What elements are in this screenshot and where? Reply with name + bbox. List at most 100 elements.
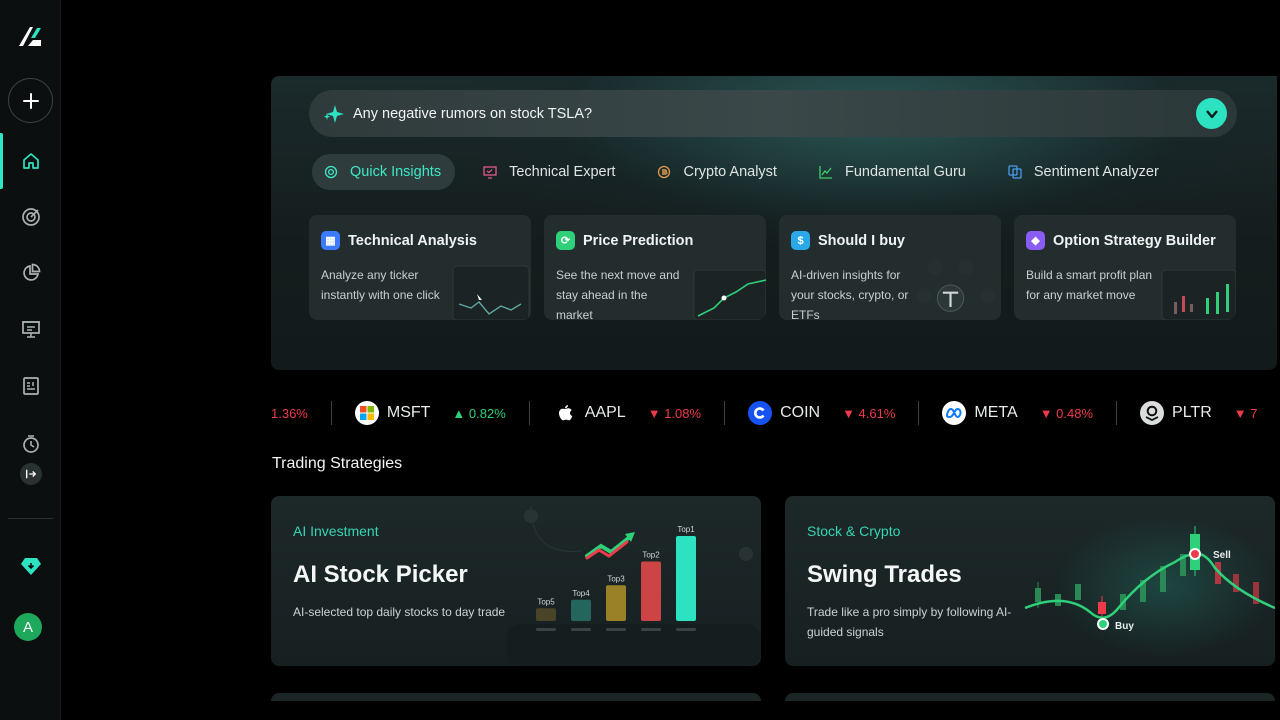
ticker-item-coin[interactable]: COIN ▼ 4.61% [748, 401, 895, 425]
card-description: Build a smart profit plan for any market… [1026, 268, 1153, 302]
tab-label: Sentiment Analyzer [1033, 164, 1159, 180]
ticker-separator [330, 401, 332, 425]
tab-label: Quick Insights [350, 164, 442, 180]
sidebar-item-home[interactable] [0, 133, 61, 189]
app-logo-icon[interactable] [17, 24, 43, 48]
ticker-change: ▼ 1.08% [647, 405, 702, 421]
picker-bar [641, 561, 661, 621]
document-icon [22, 377, 39, 395]
coinbase-logo-icon [748, 401, 773, 425]
ticker-symbol: MSFT [386, 404, 431, 421]
tab-label: Crypto Analyst [683, 164, 777, 180]
card-title: AI Stock Picker [293, 561, 468, 588]
home-icon [22, 153, 39, 169]
card-description: AI-selected top daily stocks to day trad… [293, 605, 506, 619]
tab-fundamental-guru[interactable]: Fundamental Guru [807, 154, 980, 190]
card-price-prediction[interactable]: ⟳ Price Prediction See the next move and … [544, 215, 766, 320]
ticker-item[interactable]: 1.36% [271, 406, 308, 421]
expand-sidebar-icon [25, 469, 36, 479]
sidebar-collapse-button[interactable] [0, 454, 61, 494]
buy-marker-label: Buy [1115, 621, 1134, 632]
picker-bar-label: Top4 [572, 589, 590, 598]
strategy-card-partial[interactable] [271, 693, 761, 701]
ticker-item-aapl[interactable]: AAPL ▼ 1.08% [553, 401, 701, 425]
meta-logo-icon [942, 401, 967, 425]
ticker-symbol: META [974, 404, 1018, 421]
card-title: Price Prediction [583, 232, 694, 249]
sidebar: A [0, 0, 61, 720]
builder-icon: ◆ [1026, 231, 1045, 250]
card-description: Analyze any ticker instantly with one cl… [321, 268, 440, 302]
card-category: AI Investment [293, 523, 379, 539]
ticker-change: 1.36% [271, 405, 308, 421]
copy-icon [1008, 165, 1022, 179]
sidebar-divider [8, 518, 53, 519]
monitor-icon [483, 166, 497, 179]
picker-bar [606, 585, 626, 621]
card-title: Option Strategy Builder [1053, 232, 1216, 249]
sidebar-item-reports[interactable] [0, 366, 61, 406]
ticker-symbol: PLTR [1172, 404, 1212, 421]
ticker-item-meta[interactable]: META ▼ 0.48% [942, 401, 1093, 425]
card-description: AI-driven insights for your stocks, cryp… [791, 268, 909, 320]
target-icon [324, 165, 338, 179]
tab-crypto-analyst[interactable]: Crypto Analyst [645, 154, 791, 190]
premium-button[interactable] [0, 546, 61, 586]
ticker-change: ▼ 0.48% [1039, 405, 1094, 421]
search-query[interactable]: Any negative rumors on stock TSLA? [353, 106, 592, 122]
sidebar-item-presentation[interactable] [0, 309, 61, 349]
sidebar-item-signals[interactable] [0, 197, 61, 237]
tab-sentiment-analyzer[interactable]: Sentiment Analyzer [996, 154, 1173, 190]
history-icon [22, 435, 39, 453]
target-icon [21, 208, 40, 226]
picker-bar-base [571, 628, 591, 631]
picker-bar-label: Top3 [607, 574, 625, 583]
strategy-card-swing-trades[interactable]: Sell Buy Stock & Crypto Swing Trades Tra… [785, 496, 1275, 666]
ticker-change: ▼ 4.61% [842, 405, 896, 421]
ticker-separator [1116, 401, 1118, 425]
card-title: Should I buy [818, 232, 905, 249]
strategy-card-ai-stock-picker[interactable]: Top5 Top4 Top3 Top2 Top1 AI Investment AI St… [271, 496, 761, 666]
picker-bar [571, 599, 591, 621]
tab-quick-insights[interactable]: Quick Insights [312, 154, 456, 190]
picker-bar-base [641, 628, 661, 631]
card-title: Technical Analysis [348, 232, 477, 249]
sidebar-item-portfolio[interactable] [0, 253, 61, 293]
chart-line-icon [819, 166, 832, 179]
picker-bar-base [536, 628, 556, 631]
ticker-separator [918, 401, 920, 425]
refresh-icon: ⟳ [556, 231, 575, 250]
sell-marker-label: Sell [1213, 550, 1231, 561]
card-option-strategy-builder[interactable]: ◆ Option Strategy Builder Build a smart p… [1014, 215, 1236, 320]
agent-tabs: Quick Insights Technical Expert Crypto A… [312, 154, 1189, 190]
card-description: Trade like a pro simply by following AI-… [807, 605, 1012, 639]
picker-bar-label: Top2 [642, 551, 660, 560]
ticker-symbol: COIN [780, 404, 821, 421]
card-technical-analysis[interactable]: ▦ Technical Analysis Analyze any ticker i… [309, 215, 531, 320]
microsoft-logo-icon [354, 401, 379, 425]
coin-icon [658, 165, 671, 179]
ticker-item-pltr[interactable]: PLTR ▼ 7 [1140, 401, 1257, 425]
tab-label: Fundamental Guru [844, 164, 966, 180]
user-avatar[interactable]: A [14, 613, 42, 641]
chevron-down-icon [1205, 109, 1218, 118]
apple-logo-icon [553, 401, 577, 425]
buy-icon: $ [791, 231, 810, 250]
tab-technical-expert[interactable]: Technical Expert [471, 154, 629, 190]
tab-label: Technical Expert [509, 164, 616, 180]
pie-chart-icon [22, 263, 40, 281]
chart-icon: ▦ [321, 231, 340, 250]
strategy-card-partial[interactable] [785, 693, 1275, 701]
search-bar[interactable]: Any negative rumors on stock TSLA? [309, 90, 1237, 137]
section-title: Trading Strategies [272, 455, 403, 472]
card-should-i-buy[interactable]: $ Should I buy AI-driven insights for you… [779, 215, 1001, 320]
plus-icon [22, 92, 39, 109]
picker-bar-base [676, 628, 696, 631]
new-chat-button[interactable] [8, 78, 53, 123]
picker-bar-label: Top1 [677, 525, 695, 534]
ticker-bubbles-illustration [916, 259, 996, 312]
ticker-item-msft[interactable]: MSFT ▲ 0.82% [354, 401, 506, 425]
submit-button[interactable] [1196, 98, 1227, 129]
picker-bar-label: Top5 [537, 597, 555, 606]
card-description: See the next move and stay ahead in the … [556, 268, 680, 320]
